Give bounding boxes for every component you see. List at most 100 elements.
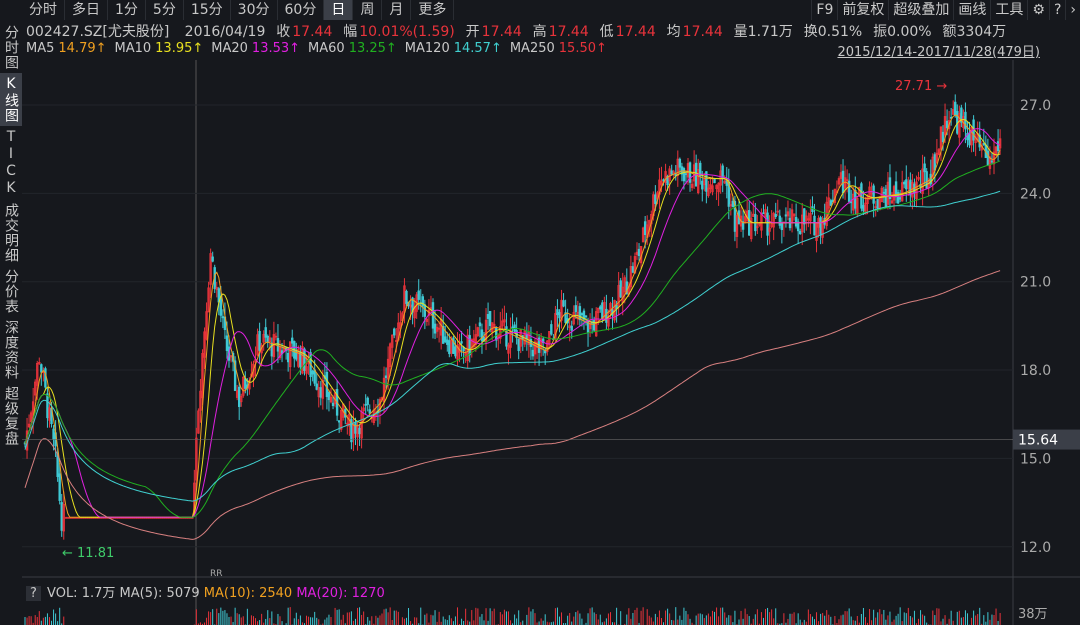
candle-body [299,352,302,368]
candle-body [794,216,798,227]
candle-body [237,386,241,407]
candle-body [599,306,602,310]
candle-body [619,280,622,298]
candle-body [325,371,329,398]
candle-body [637,248,641,257]
candle-body [854,190,857,209]
candle-body [313,369,316,384]
candle-body [670,170,673,175]
candle-body [850,201,853,204]
current-price: 15.64 [1018,433,1058,449]
price-tick: 21.0 [1020,275,1051,291]
vol-ma10: MA(10): 2540 [203,586,293,601]
candle-body [605,308,608,323]
candle-body [60,502,63,531]
candle-body [448,340,451,355]
candle-body [266,335,269,343]
rr-mark: RR [210,569,223,579]
candle-body [393,328,396,336]
candle-body [819,217,822,236]
candle-body [225,335,229,351]
price-tick: 12.0 [1020,540,1051,556]
vol-ma20: MA(20): 1270 [296,586,385,601]
candle-body [433,323,437,334]
candle-body [701,180,704,190]
candle-body [315,383,318,390]
candle-body [578,306,582,321]
candle-body [368,409,371,414]
candle-body [58,473,61,501]
candle-body [405,290,408,304]
candle-body [574,305,578,313]
candle-body [486,314,490,319]
candle-body [905,179,908,190]
candle-body [941,131,945,143]
candle-body [558,312,561,319]
candle-body [40,364,43,373]
candle-body [517,338,520,352]
candle-body [444,336,447,343]
candle-body [876,199,879,209]
candle-body [454,346,457,357]
candle-body [52,428,55,440]
candle-body [862,205,865,212]
candle-body [631,266,635,273]
candle-body [337,420,341,423]
candle-body [580,313,584,316]
candle-body [446,339,449,345]
candle-body [488,310,492,327]
candle-body [264,327,267,338]
ma120-line [24,190,1001,502]
high-mark: 27.71 → [895,79,947,94]
candle-body [66,516,70,519]
candle-body [584,315,588,318]
candle-body [286,352,290,363]
candle-body [531,349,535,357]
candle-body [303,348,306,371]
candle-body [291,337,294,344]
candle-body [654,194,657,204]
low-mark: ← 11.81 [62,546,114,561]
candle-body [364,403,367,406]
candle-body [784,214,788,217]
candle-body [778,215,782,226]
candle-body [358,427,361,435]
candle-body [684,173,688,176]
kline-chart[interactable]: 27.0 24.0 21.0 18.0 15.0 12.0 15.64 27.71 → ← 11… [0,0,1080,625]
help-button[interactable]: ? [26,586,41,601]
candle-body [731,200,735,208]
candle-body [841,170,845,194]
candle-body [331,402,335,407]
candle-body [384,375,388,378]
vol-axis-top: 38万 [1018,607,1048,622]
candle-body [221,316,225,319]
candle-body [478,322,482,327]
candle-body [713,179,716,184]
candle-body [550,324,553,335]
price-tick: 27.0 [1020,98,1051,114]
candle-body [996,141,1000,152]
candle-body [44,368,47,388]
price-tick: 18.0 [1020,363,1051,379]
ma250-line [24,270,1001,540]
candle-body [480,329,484,342]
candle-body [244,378,247,389]
candle-body [799,230,802,235]
candle-body [319,387,323,398]
candle-body [662,179,665,182]
candle-body [762,212,765,215]
volume-legend: ? VOL: 1.7万 MA(5): 5079 MA(10): 2540 MA(… [26,582,385,601]
candle-body [354,421,357,434]
candle-body [601,302,604,320]
candle-body [366,397,369,405]
candle-body [468,335,471,356]
candle-body [311,370,314,375]
price-tick: 24.0 [1020,186,1051,202]
candle-body [562,300,565,307]
candle-body [923,163,926,173]
candle-body [898,197,902,200]
candle-body [925,171,928,189]
candle-body [327,391,331,401]
candle-body [829,200,833,206]
vol-ma5: MA(5): 5079 [119,586,200,601]
